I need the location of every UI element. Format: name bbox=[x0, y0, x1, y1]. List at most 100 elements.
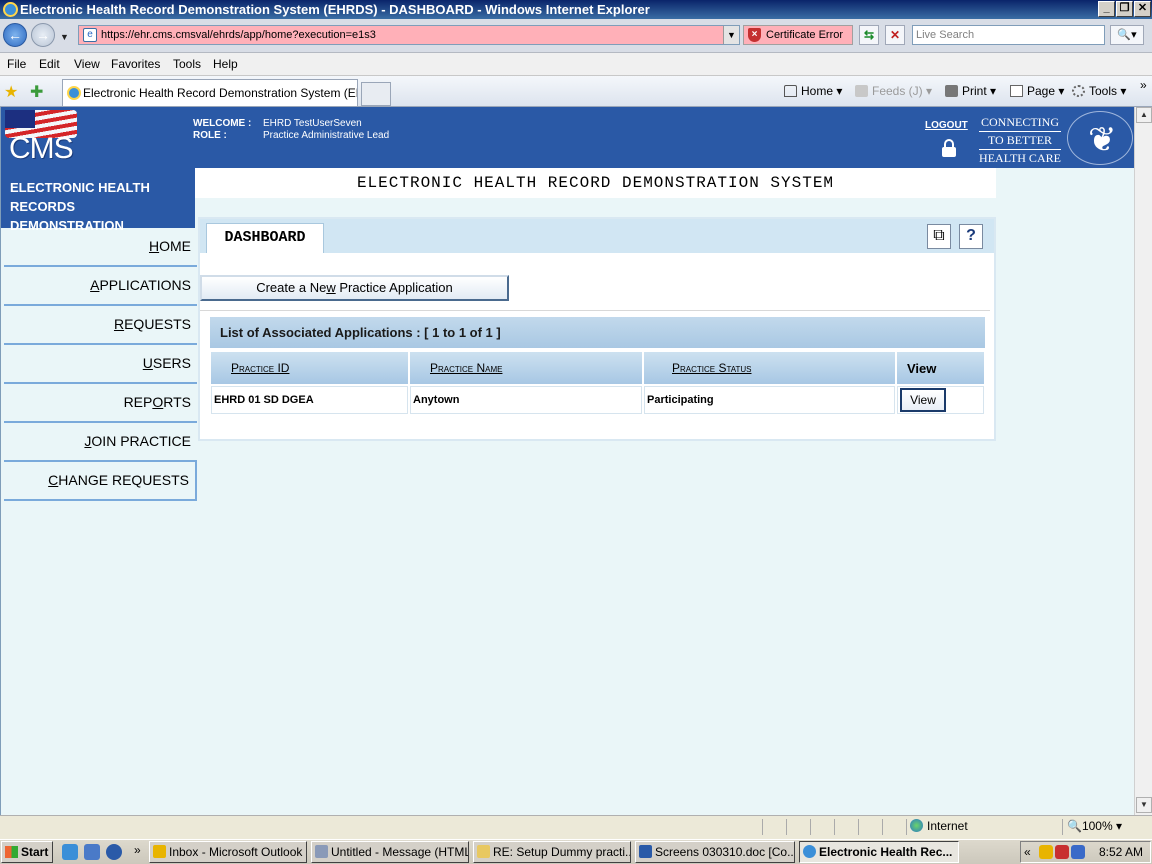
zoom-level[interactable]: 🔍100% ▾ bbox=[1062, 819, 1142, 835]
tray-expand-icon[interactable]: « bbox=[1024, 842, 1031, 862]
help-icon[interactable]: ? bbox=[959, 224, 983, 249]
quicklaunch-more-icon[interactable]: » bbox=[134, 843, 141, 857]
cms-logo[interactable]: CMS bbox=[5, 110, 79, 165]
cell-practice-id: EHRD 01 SD DGEA bbox=[211, 386, 408, 414]
taskbar-reply[interactable]: RE: Setup Dummy practi... bbox=[473, 841, 631, 863]
applications-list-title: List of Associated Applications : [ 1 to… bbox=[210, 317, 985, 348]
refresh-button[interactable]: ⇆ bbox=[859, 25, 879, 45]
history-dropdown-icon[interactable]: ▼ bbox=[60, 32, 69, 42]
printer-icon bbox=[945, 85, 958, 97]
lock-icon bbox=[942, 139, 956, 157]
print-button[interactable]: Print ▾ bbox=[945, 84, 996, 98]
page-viewport: CMS WELCOME : EHRD TestUserSeven ROLE : Pr… bbox=[0, 107, 1134, 815]
address-dropdown-icon[interactable]: ▼ bbox=[723, 26, 739, 44]
tray-security-icon[interactable] bbox=[1055, 845, 1069, 859]
create-practice-application-button[interactable]: Create a New Practice Application bbox=[200, 275, 509, 301]
sidebar-item-applications[interactable]: APPLICATIONS bbox=[4, 267, 197, 306]
globe-icon bbox=[910, 819, 923, 832]
address-text: https://ehr.cms.cmsval/ehrds/app/home?ex… bbox=[101, 29, 376, 41]
tray-outlook-icon[interactable] bbox=[1039, 845, 1053, 859]
page-icon: e bbox=[83, 28, 97, 42]
table-row: EHRD 01 SD DGEA Anytown Participating Vi… bbox=[211, 386, 984, 414]
dashboard-panel: DASHBOARD ⧉ ? Create a New Practice Appl… bbox=[198, 217, 996, 441]
minimize-button[interactable]: _ bbox=[1098, 1, 1115, 17]
sidebar-item-reports[interactable]: REPORTS bbox=[4, 384, 197, 423]
windows-taskbar: Start » Inbox - Microsoft Outlook Untitl… bbox=[0, 839, 1152, 864]
tray-network-icon[interactable] bbox=[1071, 845, 1085, 859]
home-button[interactable]: Home ▾ bbox=[784, 84, 842, 98]
chevron-more-icon[interactable]: » bbox=[1140, 78, 1147, 92]
quicklaunch-desktop-icon[interactable] bbox=[84, 844, 100, 860]
address-toolbar: ← → ▼ e https://ehr.cms.cmsval/ehrds/app… bbox=[0, 19, 1152, 53]
certificate-error-button[interactable]: × Certificate Error bbox=[743, 25, 853, 45]
feeds-button[interactable]: Feeds (J) ▾ bbox=[855, 84, 932, 98]
outlook-icon bbox=[153, 845, 166, 858]
quicklaunch-media-icon[interactable] bbox=[106, 844, 122, 860]
maximize-button[interactable]: ❐ bbox=[1116, 1, 1133, 17]
search-input[interactable]: Live Search bbox=[912, 25, 1105, 45]
welcome-user: EHRD TestUserSeven bbox=[263, 118, 362, 129]
sidebar-item-join-practice[interactable]: JOIN PRACTICE bbox=[4, 423, 197, 462]
search-go-button[interactable]: 🔍▾ bbox=[1110, 25, 1144, 45]
scroll-up-icon[interactable]: ▲ bbox=[1136, 107, 1152, 123]
favorites-star-icon[interactable]: ★ bbox=[4, 82, 18, 102]
taskbar-word-doc[interactable]: Screens 030310.doc [Co... bbox=[635, 841, 795, 863]
add-favorites-icon[interactable]: ✚ bbox=[30, 82, 43, 102]
sidebar-item-requests[interactable]: REQUESTS bbox=[4, 306, 197, 345]
vertical-scrollbar[interactable]: ▲ ▼ bbox=[1134, 107, 1152, 815]
hhs-seal-icon: ❦ bbox=[1067, 111, 1133, 165]
gear-icon bbox=[1072, 85, 1085, 97]
stop-button[interactable]: ✕ bbox=[885, 25, 905, 45]
feeds-icon bbox=[855, 85, 868, 97]
menu-view[interactable]: View bbox=[74, 57, 100, 71]
applications-table: Practice ID Practice Name Practice Statu… bbox=[209, 350, 986, 416]
scroll-down-icon[interactable]: ▼ bbox=[1136, 797, 1152, 813]
close-window-button[interactable]: ✕ bbox=[1134, 1, 1151, 17]
back-button[interactable]: ← bbox=[3, 23, 27, 47]
browser-tab[interactable]: Electronic Health Record Demonstration S… bbox=[62, 79, 358, 106]
start-button[interactable]: Start bbox=[1, 841, 53, 863]
tab-title: Electronic Health Record Demonstration S… bbox=[83, 86, 358, 100]
column-practice-status[interactable]: Practice Status bbox=[644, 352, 895, 384]
sidebar-nav: HOME APPLICATIONS REQUESTS USERS REPORTS… bbox=[4, 228, 197, 501]
sidebar-item-home[interactable]: HOME bbox=[4, 228, 197, 267]
column-practice-name[interactable]: Practice Name bbox=[410, 352, 642, 384]
dashboard-tab-bar: DASHBOARD ⧉ ? bbox=[200, 219, 994, 253]
column-practice-id[interactable]: Practice ID bbox=[211, 352, 408, 384]
menu-bar: File Edit View Favorites Tools Help bbox=[0, 53, 1152, 76]
new-tab-button[interactable] bbox=[361, 82, 391, 106]
cms-logo-text: CMS bbox=[9, 132, 74, 165]
menu-help[interactable]: Help bbox=[213, 57, 238, 71]
taskbar-message[interactable]: Untitled - Message (HTML) bbox=[311, 841, 469, 863]
zoom-icon: 🔍 bbox=[1067, 819, 1082, 833]
menu-tools[interactable]: Tools bbox=[173, 57, 201, 71]
copy-icon[interactable]: ⧉ bbox=[927, 224, 951, 249]
table-header-row: Practice ID Practice Name Practice Statu… bbox=[211, 352, 984, 384]
cms-header: CMS WELCOME : EHRD TestUserSeven ROLE : Pr… bbox=[1, 107, 1134, 168]
home-icon bbox=[784, 85, 797, 97]
quicklaunch-ie-icon[interactable] bbox=[62, 844, 78, 860]
page-menu-button[interactable]: Page ▾ bbox=[1010, 84, 1064, 98]
windows-logo-icon bbox=[5, 846, 18, 858]
shield-error-icon: × bbox=[748, 28, 761, 42]
logout-link[interactable]: LOGOUT bbox=[925, 120, 968, 131]
tab-bar: ★ ✚ Electronic Health Record Demonstrati… bbox=[0, 76, 1152, 107]
menu-file[interactable]: File bbox=[7, 57, 26, 71]
forward-button[interactable]: → bbox=[31, 23, 55, 47]
cell-practice-status: Participating bbox=[644, 386, 895, 414]
tab-dashboard[interactable]: DASHBOARD bbox=[206, 223, 324, 253]
taskbar-outlook[interactable]: Inbox - Microsoft Outlook bbox=[149, 841, 307, 863]
menu-edit[interactable]: Edit bbox=[39, 57, 60, 71]
menu-favorites[interactable]: Favorites bbox=[111, 57, 160, 71]
page-menu-icon bbox=[1010, 85, 1023, 97]
tagline-line-3: HEALTH CARE bbox=[979, 151, 1061, 165]
tools-menu-button[interactable]: Tools ▾ bbox=[1072, 84, 1126, 98]
tab-ie-icon bbox=[67, 86, 81, 100]
taskbar-ie-window[interactable]: Electronic Health Rec... bbox=[799, 841, 959, 863]
view-button[interactable]: View bbox=[900, 388, 946, 412]
sidebar-item-change-requests[interactable]: CHANGE REQUESTS bbox=[4, 462, 197, 501]
ie-icon bbox=[803, 845, 816, 858]
sidebar-item-users[interactable]: USERS bbox=[4, 345, 197, 384]
address-input[interactable]: e https://ehr.cms.cmsval/ehrds/app/home?… bbox=[78, 25, 740, 45]
tagline-line-1: CONNECTING bbox=[979, 114, 1061, 132]
